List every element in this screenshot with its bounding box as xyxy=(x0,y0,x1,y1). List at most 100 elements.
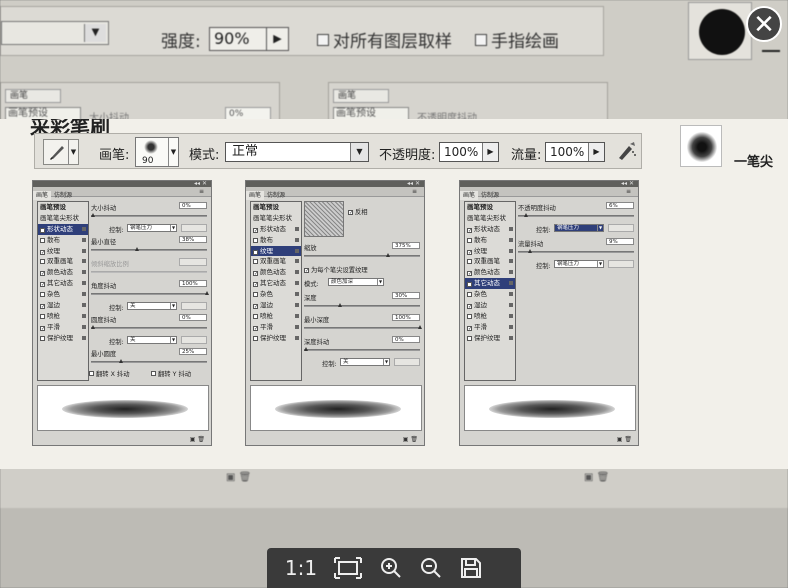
list-item: 喷枪 xyxy=(251,311,301,322)
panel-menu-icon: ≡ xyxy=(411,188,417,195)
roundness-jitter-slider xyxy=(91,325,207,329)
list-item: 双重画笔 xyxy=(251,256,301,267)
min-roundness-slider xyxy=(91,359,207,363)
list-item: ✓ 湿边 xyxy=(38,300,88,311)
panel-footer-icons: ▣ 🗑 xyxy=(616,436,632,443)
zoom-out-button[interactable] xyxy=(419,556,447,580)
list-item: 杂色 xyxy=(251,289,301,300)
tilt-scale-field xyxy=(179,258,207,266)
flow-field: 100% ▶ xyxy=(545,142,605,162)
actual-size-label: 1:1 xyxy=(284,556,318,580)
brush-icon xyxy=(50,146,64,160)
opacity-value: 100% xyxy=(444,145,479,159)
tilt-scale-label: 倾斜缩放比例 xyxy=(91,261,129,268)
background-brush-preview xyxy=(688,2,752,60)
depth-label: 深度 xyxy=(304,295,317,302)
brush-panel-shape-dynamics: ◂◂ ✕ 画笔 仿制源 ≡ 画笔预设 画笔笔尖形状 ✓ 形状动态 散布 ✓ 纹理 双重… xyxy=(32,180,212,446)
list-item: ✓ 纹理 xyxy=(38,246,88,257)
texture-mode-dropdown: 颜色加深 ▼ xyxy=(328,278,384,286)
chevron-down-icon: ▼ xyxy=(350,143,368,161)
zoom-in-icon xyxy=(381,558,401,578)
mode-value: 正常 xyxy=(232,144,259,159)
control-extra-field xyxy=(181,336,207,344)
depth-jitter-slider xyxy=(304,347,420,351)
chevron-down-icon: ▼ xyxy=(84,24,106,42)
stroke-preview xyxy=(464,385,636,431)
stroke-preview xyxy=(37,385,209,431)
tab-brush: 画笔 xyxy=(246,191,265,200)
tab-clone-source: 仿制源 xyxy=(54,192,73,199)
brush-settings-list: 画笔预设 画笔笔尖形状 ✓ 形状动态 散布 ✓ 纹理 双重画笔 ✓ 颜色动态 ✓ 其它动… xyxy=(250,201,302,381)
image-heading-right: 一笔尖 xyxy=(734,155,774,170)
list-item: 喷枪 xyxy=(38,311,88,322)
panel-tab: 画笔 xyxy=(333,89,389,103)
flow-jitter-label: 流量抖动 xyxy=(518,241,544,248)
strength-value: 90% xyxy=(214,29,250,48)
other-dynamics-options: 不透明度抖动 6% 控制: 钢笔压力 ▼ 流量抖动 9% 控制: 钢笔压力 ▼ xyxy=(518,201,636,381)
brush-tip-icon xyxy=(144,140,158,154)
collapse-icon: ◂◂ ✕ xyxy=(621,180,634,187)
min-diameter-label: 最小直径 xyxy=(91,239,117,246)
shape-dynamics-options: 大小抖动 0% 控制: 钢笔压力 ▼ 最小直径 38% 倾斜缩放比例 角度抖动 1… xyxy=(89,201,209,381)
min-diameter-value: 38% xyxy=(179,236,207,243)
min-roundness-value: 25% xyxy=(179,348,207,355)
mode-label: 模式: xyxy=(189,148,220,163)
list-item: ✓ 颜色动态 xyxy=(465,267,515,278)
opacity-label: 不透明度: xyxy=(379,148,436,163)
control-label: 控制: xyxy=(109,305,124,312)
control-extra-field xyxy=(181,302,207,310)
save-button[interactable] xyxy=(459,556,487,580)
finger-paint-label: 手指绘画 xyxy=(491,32,559,52)
panel-tabs: 画笔 仿制源 ≡ xyxy=(246,187,424,200)
zoom-in-button[interactable] xyxy=(379,556,407,580)
actual-size-button[interactable]: 1:1 xyxy=(283,556,319,580)
fit-to-window-button[interactable] xyxy=(333,556,365,580)
control-extra-field xyxy=(608,224,634,232)
list-item: 双重画笔 xyxy=(465,256,515,267)
list-item: ✓ 湿边 xyxy=(465,300,515,311)
mode-label: 模式: xyxy=(304,281,319,288)
list-item: ✓ 其它动态 xyxy=(465,278,515,290)
list-item: 画笔预设 xyxy=(467,203,493,211)
texture-pattern-swatch xyxy=(304,201,344,237)
stroke-preview-shape xyxy=(489,400,615,418)
min-diameter-slider xyxy=(91,247,207,251)
min-depth-label: 最小深度 xyxy=(304,317,330,324)
image-viewer-toolbar: 1:1 xyxy=(267,548,521,588)
panel-footer-icons: ▣ 🗑 xyxy=(226,472,252,483)
roundness-jitter-label: 圆度抖动 xyxy=(91,317,117,324)
panel-tabs: 画笔 仿制源 ≡ xyxy=(33,187,211,200)
panel-footer-icons: ▣ 🗑 xyxy=(584,472,610,483)
close-button[interactable]: ✕ xyxy=(746,6,782,42)
flow-jitter-slider xyxy=(518,249,634,253)
size-jitter-value: 0% xyxy=(179,202,207,209)
list-item: 画笔预设 xyxy=(40,203,66,211)
background-panel-left: 画笔 画笔预设 大小抖动 0% xyxy=(0,82,280,124)
control-extra-field xyxy=(394,358,420,366)
brush-panel-texture: ◂◂ ✕ 画笔 仿制源 ≡ 画笔预设 画笔笔尖形状 ✓ 形状动态 散布 ✓ 纹理 双重… xyxy=(245,180,425,446)
opacity-field: 100% ▶ xyxy=(439,142,499,162)
control-extra-field xyxy=(181,224,207,232)
list-item: ✓ 颜色动态 xyxy=(251,267,301,278)
strength-field: 90% ▶ xyxy=(209,27,289,51)
tab-clone-source: 仿制源 xyxy=(481,192,500,199)
control-label: 控制: xyxy=(322,361,337,368)
finger-paint-checkbox: 手指绘画 xyxy=(475,27,559,52)
control-dropdown: 关 ▼ xyxy=(340,358,390,366)
depth-value: 30% xyxy=(392,292,420,299)
depth-slider xyxy=(304,303,420,307)
tutorial-image: 采彩笔刷 一笔尖 ▼ 画笔: 90 ▼ 模式: 正常 ▼ 不透明度: 100% … xyxy=(0,119,788,469)
roundness-jitter-value: 0% xyxy=(179,314,207,321)
list-item: ✓ 平滑 xyxy=(38,322,88,333)
brush-panel-other-dynamics: ◂◂ ✕ 画笔 仿制源 ≡ 画笔预设 画笔笔尖形状 ✓ 形状动态 散布 ✓ 纹理 双重… xyxy=(459,180,639,446)
control-dropdown: 钢笔压力 ▼ xyxy=(127,224,177,232)
control-label: 控制: xyxy=(109,227,124,234)
list-item: ✓ 湿边 xyxy=(251,300,301,311)
list-item: 保护纹理 xyxy=(465,333,515,344)
list-item: 保护纹理 xyxy=(251,333,301,344)
list-item: ✓ 纹理 xyxy=(465,246,515,257)
depth-jitter-value: 0% xyxy=(392,336,420,343)
sample-all-layers-label: 对所有图层取样 xyxy=(333,32,452,52)
list-item: ✓ 形状动态 xyxy=(465,224,515,235)
list-item: ✓ 形状动态 xyxy=(38,223,88,235)
